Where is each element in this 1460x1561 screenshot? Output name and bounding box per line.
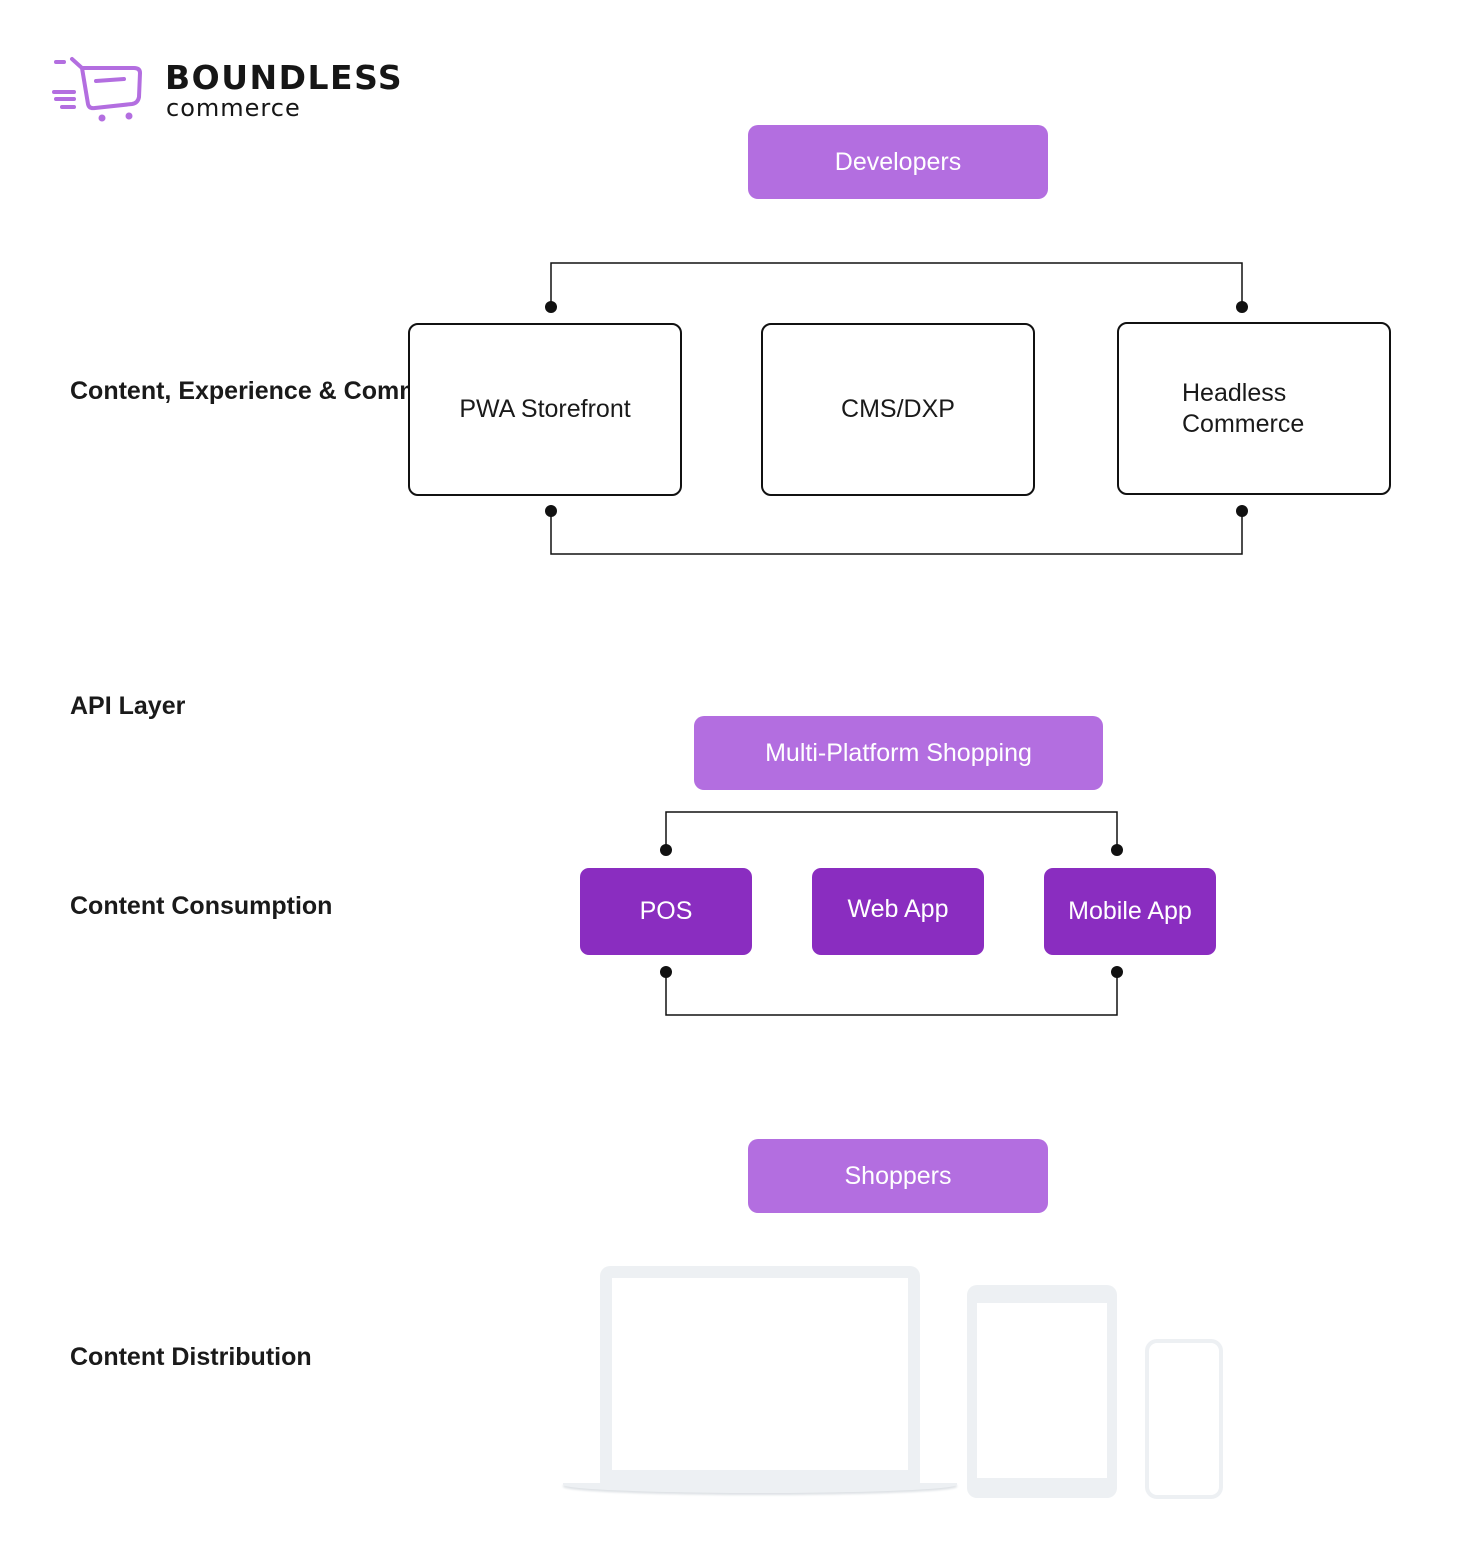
node-multi-platform-shopping-label: Multi-Platform Shopping — [765, 738, 1032, 767]
node-pos-label: POS — [639, 897, 693, 925]
node-headless-commerce: Headless Commerce — [1117, 322, 1391, 495]
node-web-app-label: Web App — [847, 895, 949, 923]
node-multi-platform-shopping: Multi-Platform Shopping — [694, 716, 1103, 790]
node-developers-label: Developers — [834, 147, 962, 176]
connector-dot — [1236, 505, 1248, 517]
node-shoppers: Shoppers — [748, 1139, 1048, 1213]
node-developers: Developers — [748, 125, 1048, 199]
node-pwa-storefront-label: PWA Storefront — [459, 395, 631, 423]
connector-dot — [545, 301, 557, 313]
node-mobile-app-label: Mobile App — [1068, 897, 1192, 925]
row-label-consumption: Content Consumption — [70, 892, 333, 920]
connector-platforms-bottom — [550, 511, 1243, 555]
node-mobile-app: Mobile App — [1044, 868, 1216, 955]
shopping-cart-icon — [52, 57, 143, 122]
connector-dot — [1111, 844, 1123, 856]
node-web-app: Web App — [812, 868, 984, 955]
laptop-base — [563, 1483, 957, 1493]
phone-icon — [1145, 1339, 1223, 1499]
node-pos: POS — [580, 868, 752, 955]
node-headless-commerce-label: Headless Commerce — [1182, 378, 1305, 438]
connector-channels-top — [665, 811, 1118, 850]
connector-dot — [660, 844, 672, 856]
node-pwa-storefront: PWA Storefront — [408, 323, 682, 496]
row-label-api-layer: API Layer — [70, 692, 186, 720]
node-cms-dxp: CMS/DXP — [761, 323, 1035, 496]
connector-dot — [1111, 966, 1123, 978]
row-label-distribution: Content Distribution — [70, 1343, 312, 1371]
logo-tagline: commerce — [166, 94, 301, 122]
connector-dot — [1236, 301, 1248, 313]
node-cms-dxp-label: CMS/DXP — [841, 395, 955, 423]
node-shoppers-label: Shoppers — [844, 1161, 952, 1190]
logo: BOUNDLESS commerce — [52, 56, 422, 126]
connector-dot — [660, 966, 672, 978]
laptop-icon — [600, 1266, 920, 1484]
connector-dot — [545, 505, 557, 517]
connector-channels-bottom — [665, 972, 1118, 1016]
tablet-icon — [967, 1285, 1117, 1498]
logo-wordmark: BOUNDLESS — [165, 58, 404, 97]
connector-platforms-top — [550, 262, 1243, 307]
